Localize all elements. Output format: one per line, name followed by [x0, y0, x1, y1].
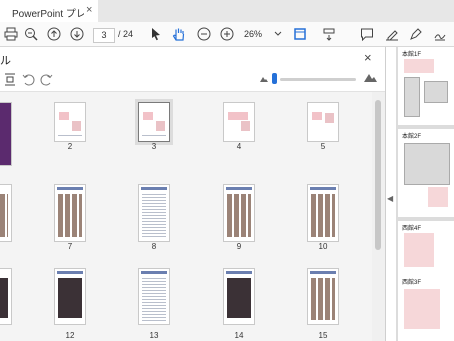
- floor-label: 本館1F: [402, 52, 422, 58]
- floor-map-area: [404, 233, 434, 267]
- page-thumbnail[interactable]: [223, 102, 255, 142]
- document-tab[interactable]: PowerPoint プレゼンテ... ×: [0, 0, 98, 22]
- page-number-label: 3: [151, 142, 157, 151]
- thumbnail-scrollbar-thumb[interactable]: [375, 100, 381, 250]
- tab-close-icon[interactable]: ×: [86, 4, 92, 16]
- floor-map-room: [404, 77, 420, 117]
- page-number-label: 4: [236, 142, 242, 151]
- page-number-label: 9: [236, 242, 242, 251]
- sign-icon[interactable]: [433, 27, 447, 41]
- comment-icon[interactable]: [360, 27, 374, 41]
- page-thumbnail[interactable]: [223, 268, 255, 325]
- floor-map-room: [424, 81, 448, 103]
- draw-icon[interactable]: [409, 27, 423, 41]
- floor-label: 西館3F: [402, 280, 422, 286]
- document-page: 本館2F: [398, 129, 454, 217]
- page-thumbnail[interactable]: [307, 184, 339, 242]
- page-number-label: 15: [318, 331, 328, 340]
- document-page: 西館4F 西館3F: [398, 221, 454, 341]
- page-number-label: 2: [67, 142, 73, 151]
- print-icon[interactable]: [4, 27, 18, 41]
- highlight-pen-icon[interactable]: [385, 27, 399, 41]
- hand-tool-icon[interactable]: [172, 27, 186, 41]
- page-number-label: 13: [149, 331, 159, 340]
- zoom-in-icon[interactable]: [220, 27, 234, 41]
- page-number-label: 8: [151, 242, 157, 251]
- page-thumbnail[interactable]: [307, 268, 339, 325]
- thumbnail-panel-header: ル ×: [0, 47, 385, 69]
- collapse-panel-icon[interactable]: ◀: [387, 194, 393, 203]
- page-thumbnail[interactable]: [54, 184, 86, 242]
- page-thumbnail-selected[interactable]: [138, 102, 170, 142]
- previous-page-icon[interactable]: [47, 27, 61, 41]
- zoom-out-icon[interactable]: [197, 27, 211, 41]
- document-tab-title: PowerPoint プレゼンテ...: [12, 9, 84, 20]
- scroll-mode-icon[interactable]: [322, 27, 336, 41]
- floor-map-area: [404, 59, 434, 73]
- floor-map-area: [428, 187, 448, 207]
- thumbnail-grid: 2 3 4 5 7 8 9 10 12 13 14 15: [0, 92, 372, 341]
- page-thumbnail[interactable]: [54, 268, 86, 325]
- large-thumbnail-icon[interactable]: [364, 72, 377, 82]
- thumbnail-menu-icon[interactable]: [4, 73, 16, 86]
- page-thumbnail-partial[interactable]: [0, 102, 12, 166]
- page-number-label: 10: [318, 242, 328, 251]
- page-number-input[interactable]: 3: [93, 28, 115, 43]
- tab-bar: PowerPoint プレゼンテ... ×: [0, 0, 454, 22]
- rotate-right-icon[interactable]: [40, 73, 53, 86]
- floor-map-room: [404, 143, 450, 185]
- zoom-out-search-icon[interactable]: [24, 27, 38, 41]
- page-thumbnail[interactable]: [54, 102, 86, 142]
- page-thumbnail[interactable]: [138, 268, 170, 325]
- floor-map-area: [404, 289, 440, 329]
- thumbnail-size-slider-handle[interactable]: [272, 73, 277, 84]
- rotate-left-icon[interactable]: [22, 73, 35, 86]
- page-number-label: 14: [234, 331, 244, 340]
- page-number-label: 5: [320, 142, 326, 151]
- main-toolbar: 3 / 24 26%: [0, 22, 454, 47]
- page-total: / 24: [118, 29, 134, 39]
- floor-label: 本館2F: [402, 134, 422, 140]
- floor-label: 西館4F: [402, 226, 422, 232]
- page-number-label: 12: [65, 331, 75, 340]
- zoom-level[interactable]: 26%: [244, 28, 274, 41]
- panel-title: ル: [0, 55, 11, 67]
- select-cursor-icon[interactable]: [149, 27, 163, 41]
- zoom-dropdown-chevron-icon[interactable]: [274, 27, 282, 41]
- page-thumbnail[interactable]: [223, 184, 255, 242]
- thumbnail-size-slider[interactable]: [280, 78, 356, 81]
- document-page: 本館1F: [398, 47, 454, 125]
- page-fit-icon[interactable]: [293, 27, 307, 41]
- pane-divider[interactable]: [385, 47, 386, 341]
- panel-close-icon[interactable]: ×: [364, 50, 372, 65]
- page-thumbnail[interactable]: [138, 184, 170, 242]
- next-page-icon[interactable]: [70, 27, 84, 41]
- document-view[interactable]: 本館1F 本館2F 西館4F 西館3F: [396, 47, 454, 341]
- page-thumbnail-partial[interactable]: [0, 268, 12, 325]
- small-thumbnail-icon[interactable]: [260, 75, 268, 82]
- page-thumbnail-partial[interactable]: [0, 184, 12, 242]
- page-thumbnail[interactable]: [307, 102, 339, 142]
- page-number-label: 7: [67, 242, 73, 251]
